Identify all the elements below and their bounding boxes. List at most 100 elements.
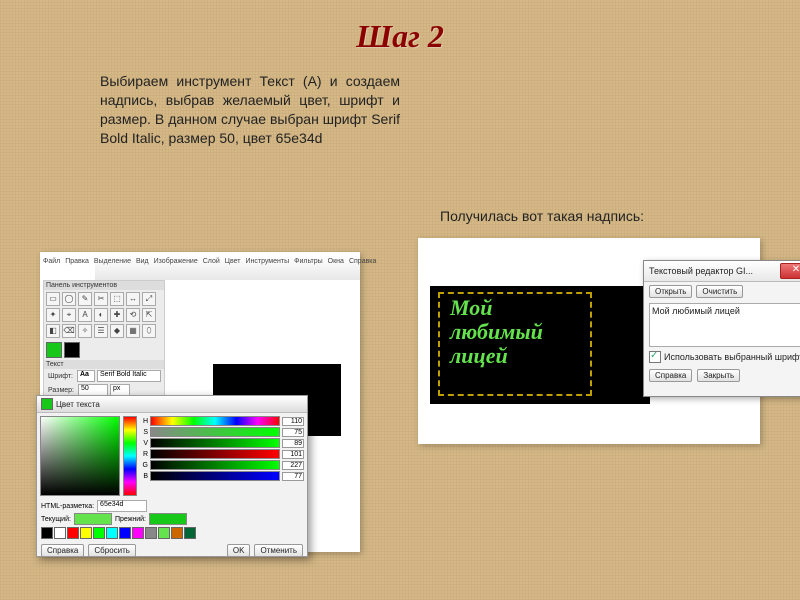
palette-swatch[interactable] — [67, 527, 79, 539]
help-button[interactable]: Справка — [649, 369, 692, 382]
text-line: любимый — [450, 320, 543, 344]
text-line: Мой — [450, 296, 543, 320]
tool-button[interactable]: ✎ — [78, 292, 92, 306]
tool-button[interactable]: ⟲ — [126, 308, 140, 322]
tool-button[interactable]: ⌖ — [62, 308, 76, 322]
palette-swatch[interactable] — [41, 527, 53, 539]
tool-button[interactable]: ▭ — [46, 292, 60, 306]
tool-button[interactable]: ✂ — [94, 292, 108, 306]
palette-swatch[interactable] — [106, 527, 118, 539]
palette-swatch[interactable] — [158, 527, 170, 539]
result-screenshot: Мой любимый лицей Текстовый редактор GI.… — [418, 238, 760, 444]
text-editor-title: Текстовый редактор GI... — [649, 266, 753, 276]
tool-button[interactable]: ▦ — [126, 324, 140, 338]
toolbox-header: Панель инструментов — [44, 281, 164, 290]
tool-button[interactable]: ⇱ — [142, 308, 156, 322]
html-field[interactable]: 65e34d — [97, 500, 147, 512]
use-font-checkbox[interactable] — [649, 351, 661, 363]
title-swatch-icon — [41, 398, 53, 410]
color-swatches[interactable] — [44, 340, 164, 360]
tool-button[interactable]: ↔ — [126, 292, 140, 306]
palette-swatch[interactable] — [171, 527, 183, 539]
tool-button[interactable]: ◧ — [46, 324, 60, 338]
menu-item[interactable]: Выделение — [94, 258, 131, 265]
result-caption: Получилась вот такая надпись: — [440, 208, 644, 224]
tool-button[interactable]: ⬚ — [110, 292, 124, 306]
menu-item[interactable]: Цвет — [225, 258, 241, 265]
menu-item[interactable]: Окна — [328, 258, 344, 265]
tool-button[interactable]: ✧ — [78, 324, 92, 338]
help-button[interactable]: Справка — [41, 544, 84, 557]
menu-item[interactable]: Правка — [65, 258, 89, 265]
prev-label: Прежний: — [115, 516, 146, 523]
page-title: Шаг 2 — [0, 0, 800, 55]
palette-swatch[interactable] — [80, 527, 92, 539]
tool-button[interactable]: A — [78, 308, 92, 322]
h-value[interactable]: 110 — [282, 417, 304, 426]
font-field[interactable]: Serif Bold Italic — [97, 370, 161, 382]
g-slider[interactable] — [150, 460, 280, 470]
ch-label: R — [140, 451, 148, 458]
s-slider[interactable] — [150, 427, 280, 437]
g-value[interactable]: 227 — [282, 461, 304, 470]
ch-label: S — [140, 429, 148, 436]
ok-button[interactable]: OK — [227, 544, 251, 557]
tool-button[interactable]: ⌫ — [62, 324, 76, 338]
menu-item[interactable]: Файл — [43, 258, 60, 265]
prev-swatch — [149, 513, 187, 525]
r-value[interactable]: 101 — [282, 450, 304, 459]
color-picker-dialog: Цвет текста H110 S75 V89 R101 G227 B77 H… — [36, 395, 308, 557]
v-slider[interactable] — [150, 438, 280, 448]
text-section-header: Текст — [44, 360, 164, 369]
tool-button[interactable]: ⤢ — [142, 292, 156, 306]
rendered-text: Мой любимый лицей — [450, 296, 543, 369]
reset-button[interactable]: Сбросить — [88, 544, 136, 557]
ch-label: H — [140, 418, 148, 425]
result-canvas: Мой любимый лицей — [430, 286, 650, 404]
tool-button[interactable]: ◯ — [62, 292, 76, 306]
palette-swatch[interactable] — [132, 527, 144, 539]
text-line: лицей — [450, 344, 543, 368]
tool-button[interactable]: ✦ — [46, 308, 60, 322]
s-value[interactable]: 75 — [282, 428, 304, 437]
menu-item[interactable]: Фильтры — [294, 258, 323, 265]
clear-button[interactable]: Очистить — [696, 285, 743, 298]
close-text-button[interactable]: Закрыть — [697, 369, 740, 382]
palette-swatch[interactable] — [93, 527, 105, 539]
menu-item[interactable]: Вид — [136, 258, 149, 265]
current-label: Текущий: — [41, 516, 71, 523]
palette-swatch[interactable] — [119, 527, 131, 539]
open-button[interactable]: Открыть — [649, 285, 692, 298]
tool-button[interactable]: ◆ — [110, 324, 124, 338]
menu-item[interactable]: Инструменты — [245, 258, 289, 265]
instruction-paragraph: Выбираем инструмент Текст (A) и создаем … — [100, 72, 400, 148]
tool-button[interactable]: ⬯ — [142, 324, 156, 338]
text-editor-area[interactable]: Мой любимый лицей — [649, 303, 800, 347]
bg-color-swatch[interactable] — [64, 342, 80, 358]
sv-picker[interactable] — [40, 416, 120, 496]
tool-button[interactable]: ✚ — [110, 308, 124, 322]
palette-swatch[interactable] — [145, 527, 157, 539]
v-value[interactable]: 89 — [282, 439, 304, 448]
fg-color-swatch[interactable] — [46, 342, 62, 358]
menu-item[interactable]: Справка — [349, 258, 376, 265]
ch-label: G — [140, 462, 148, 469]
dialog-titlebar: Цвет текста — [37, 396, 307, 413]
tool-button[interactable]: ☰ — [94, 324, 108, 338]
menu-item[interactable]: Изображение — [154, 258, 198, 265]
tool-button[interactable]: ◐ — [94, 308, 108, 322]
menu-item[interactable]: Слой — [203, 258, 220, 265]
r-slider[interactable] — [150, 449, 280, 459]
close-button[interactable]: ✕ — [780, 263, 800, 279]
palette-swatch[interactable] — [184, 527, 196, 539]
toolbox-grid: ▭ ◯ ✎ ✂ ⬚ ↔ ⤢ ✦ ⌖ A ◐ ✚ ⟲ ⇱ ◧ ⌫ ✧ ☰ ◆ ▦ … — [44, 290, 164, 340]
hue-slider[interactable] — [123, 416, 137, 496]
palette-swatch[interactable] — [54, 527, 66, 539]
h-slider[interactable] — [150, 416, 280, 426]
b-value[interactable]: 77 — [282, 472, 304, 481]
b-slider[interactable] — [150, 471, 280, 481]
palette-row — [37, 525, 307, 541]
gimp-menu-bar: Файл Правка Выделение Вид Изображение Сл… — [43, 258, 376, 265]
cancel-button[interactable]: Отменить — [254, 544, 303, 557]
ch-label: B — [140, 473, 148, 480]
